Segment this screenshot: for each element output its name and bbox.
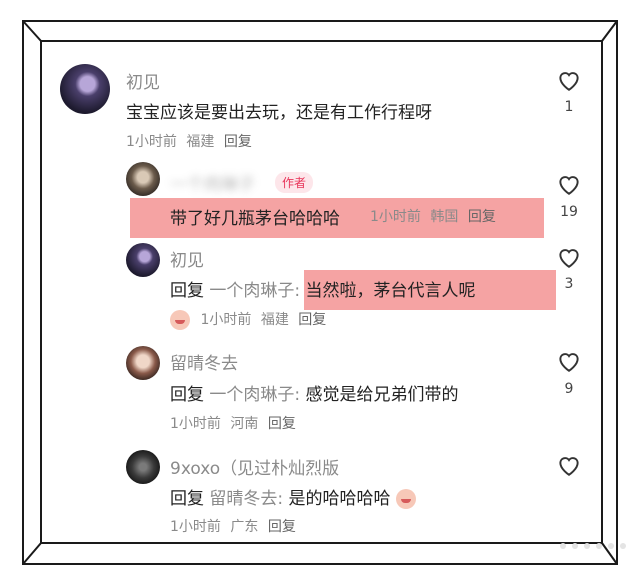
commenter-name[interactable]: 留晴冬去 xyxy=(170,349,238,374)
avatar[interactable] xyxy=(126,450,160,484)
comment-time: 1小时前 xyxy=(370,209,421,225)
reply-button[interactable]: 回复 xyxy=(468,209,496,225)
heart-icon xyxy=(559,72,579,91)
comment-location: 河南 xyxy=(230,416,259,432)
comment-meta: 1小时前 韩国 回复 xyxy=(370,206,501,226)
comment-location: 福建 xyxy=(186,134,215,150)
comment-time: 1小时前 xyxy=(200,312,252,328)
avatar[interactable] xyxy=(126,346,160,380)
comment-time: 1小时前 xyxy=(170,519,221,535)
comment-meta: 1小时前 广东 回复 xyxy=(170,516,301,536)
mention-link[interactable]: 一个肉琳子: xyxy=(209,385,300,405)
avatar[interactable] xyxy=(126,243,160,277)
like-count: 3 xyxy=(564,276,574,292)
like-button[interactable] xyxy=(556,245,582,269)
reply-button[interactable]: 回复 xyxy=(224,134,252,150)
comment-body: 感觉是给兄弟们带的 xyxy=(305,385,459,405)
author-badge: 作者 xyxy=(275,172,314,193)
avatar[interactable] xyxy=(126,162,160,196)
comment-meta: 1小时前 河南 回复 xyxy=(170,413,301,433)
reply-prefix: 回复 xyxy=(170,281,204,301)
like-button[interactable] xyxy=(556,68,582,92)
comment-text: 回复 一个肉琳子: 感觉是给兄弟们带的 xyxy=(170,380,459,405)
commenter-name[interactable]: 初见 xyxy=(170,246,204,271)
like-button[interactable] xyxy=(556,349,582,373)
like-count: 9 xyxy=(564,381,574,397)
heart-icon xyxy=(559,353,579,372)
emoji-icon xyxy=(395,489,416,509)
comment-meta: 1小时前 福建 回复 xyxy=(170,309,331,330)
comment-time: 1小时前 xyxy=(126,134,177,150)
mention-link[interactable]: 留晴冬去: xyxy=(209,489,283,509)
commenter-name[interactable]: 一个肉琳子 xyxy=(170,170,255,195)
reply-prefix: 回复 xyxy=(170,489,204,509)
like-count: 19 xyxy=(560,204,578,220)
reply-prefix: 回复 xyxy=(170,385,204,405)
comment-location: 福建 xyxy=(260,312,289,328)
reply-button[interactable]: 回复 xyxy=(268,519,296,535)
comment-location: 广东 xyxy=(230,519,259,535)
comment-text: 回复 一个肉琳子: 当然啦，茅台代言人呢 xyxy=(170,276,476,301)
like-count: 1 xyxy=(564,99,574,115)
comment-location: 韩国 xyxy=(430,209,459,225)
comment-body: 当然啦，茅台代言人呢 xyxy=(305,281,476,301)
commenter-name[interactable]: 9xoxo（见过朴灿烈版 xyxy=(170,454,339,479)
comment-time: 1小时前 xyxy=(170,416,221,432)
commenter-name[interactable]: 初见 xyxy=(126,68,160,93)
heart-icon xyxy=(559,249,579,268)
reply-button[interactable]: 回复 xyxy=(298,312,326,328)
comment-meta: 1小时前 福建 回复 xyxy=(126,131,257,151)
like-button[interactable] xyxy=(556,172,582,196)
emoji-icon xyxy=(170,310,190,330)
reply-button[interactable]: 回复 xyxy=(268,416,296,432)
heart-icon xyxy=(559,176,579,195)
avatar[interactable] xyxy=(60,64,110,114)
like-button[interactable] xyxy=(556,453,582,477)
heart-icon xyxy=(559,457,579,476)
comment-body: 是的哈哈哈哈 xyxy=(288,489,391,509)
comment-text: 宝宝应该是要出去玩，还是有工作行程呀 xyxy=(126,103,432,123)
mention-link[interactable]: 一个肉琳子: xyxy=(209,281,300,301)
watermark xyxy=(560,543,626,549)
comment-text: 回复 留晴冬去: 是的哈哈哈哈 xyxy=(170,484,416,509)
comment-text: 带了好几瓶茅台哈哈哈 xyxy=(170,209,340,229)
